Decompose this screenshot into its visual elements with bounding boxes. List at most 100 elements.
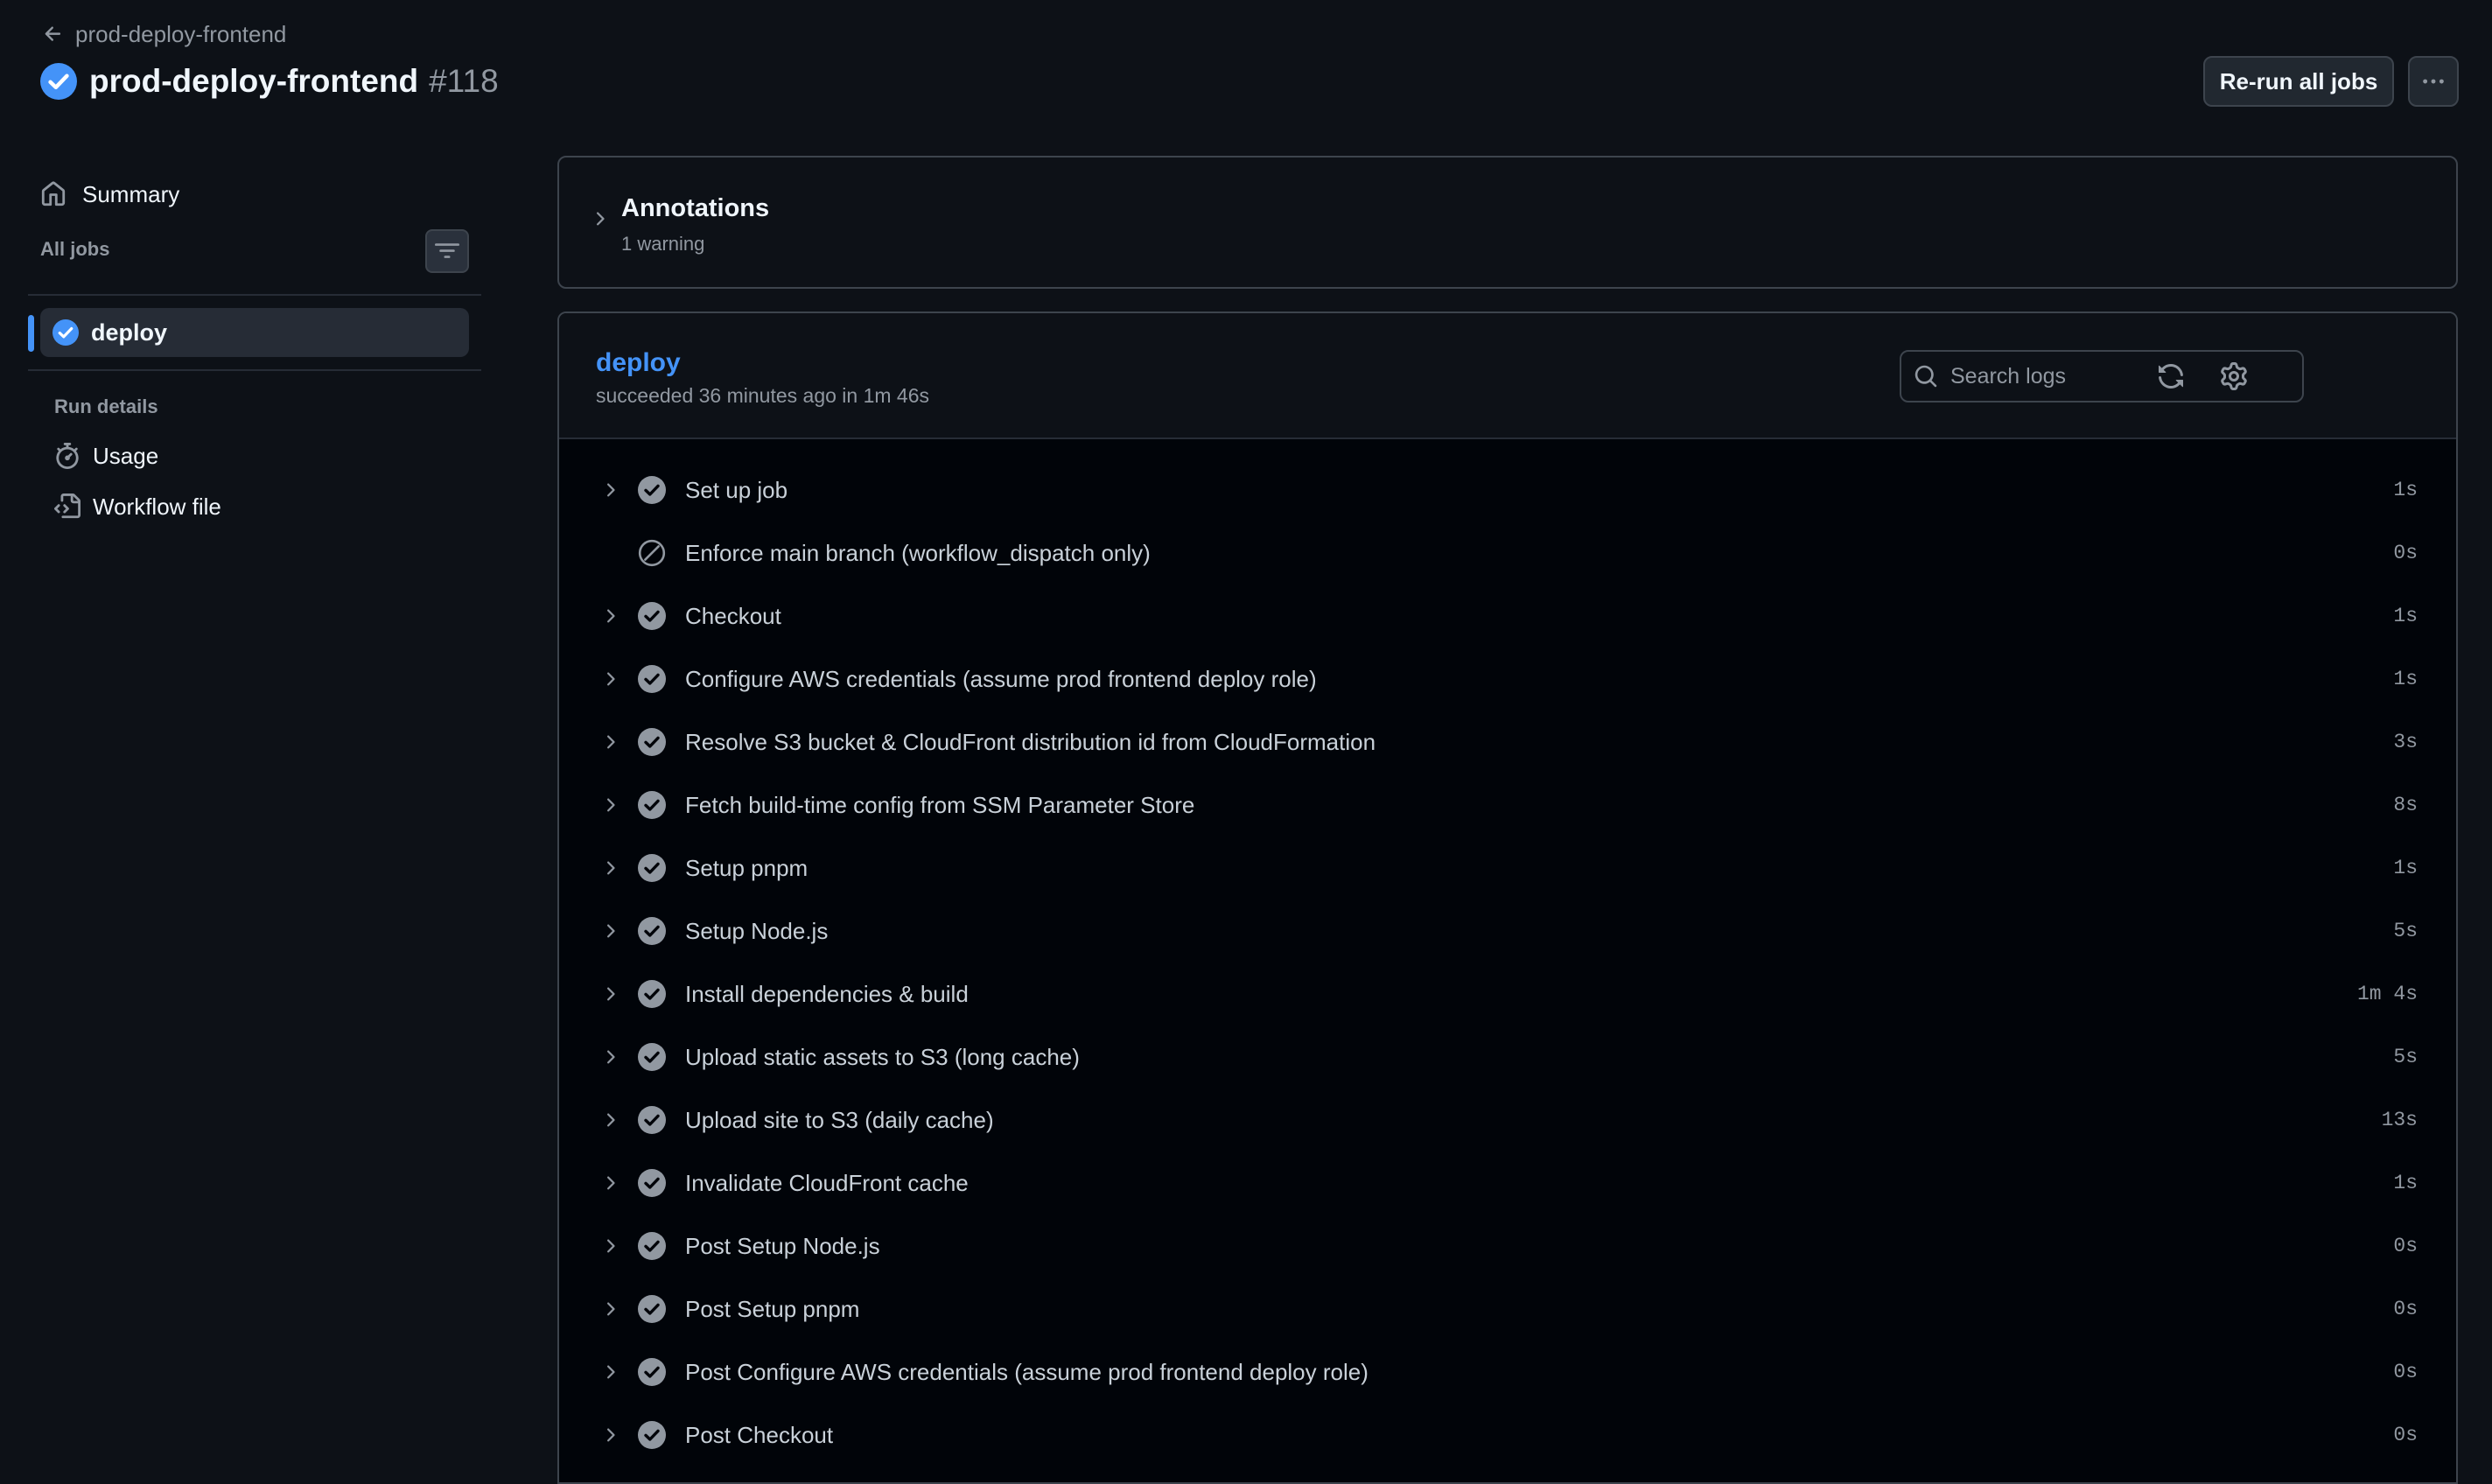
step-duration: 0s [2393, 1424, 2418, 1446]
job-step-row[interactable]: Resolve S3 bucket & CloudFront distribut… [559, 710, 2456, 774]
gear-icon [2220, 362, 2248, 390]
job-step-row[interactable]: Post Setup pnpm 0s [559, 1278, 2456, 1340]
annotations-panel[interactable]: Annotations 1 warning [557, 156, 2458, 289]
back-link[interactable]: prod-deploy-frontend [42, 19, 286, 49]
step-name: Post Setup Node.js [685, 1232, 880, 1259]
search-logs-input[interactable] [1950, 363, 2302, 389]
check-circle-fill-icon [638, 602, 666, 630]
job-step-row[interactable]: Invalidate CloudFront cache 1s [559, 1152, 2456, 1214]
chevron-right-icon[interactable] [599, 920, 620, 942]
check-circle-fill-icon [638, 1106, 666, 1134]
annotations-title: Annotations [621, 194, 770, 222]
run-number: #118 [429, 63, 499, 99]
check-circle-fill-icon [638, 917, 666, 945]
job-step-row[interactable]: Configure AWS credentials (assume prod f… [559, 648, 2456, 710]
search-icon [1914, 364, 1938, 388]
chevron-right-icon[interactable] [599, 984, 620, 1004]
chevron-right-icon[interactable] [599, 668, 620, 690]
step-duration: 1s [2393, 668, 2418, 690]
more-options-button[interactable] [2408, 56, 2459, 107]
job-step-row[interactable]: Post Checkout 0s [559, 1404, 2456, 1466]
check-circle-fill-icon [638, 476, 666, 504]
step-name: Enforce main branch (workflow_dispatch o… [685, 539, 1151, 566]
step-name: Configure AWS credentials (assume prod f… [685, 665, 1317, 692]
step-name: Set up job [685, 476, 788, 503]
sidebar-item-deploy[interactable]: deploy [40, 308, 469, 357]
step-name: Post Checkout [685, 1421, 834, 1448]
step-duration: 13s [2381, 1109, 2418, 1131]
job-step-row[interactable]: Fetch build-time config from SSM Paramet… [559, 774, 2456, 836]
check-circle-fill-icon [638, 665, 666, 693]
chevron-right-icon[interactable] [599, 1172, 620, 1194]
job-step-row[interactable]: Enforce main branch (workflow_dispatch o… [559, 522, 2456, 584]
check-circle-fill-icon [638, 980, 666, 1008]
all-jobs-heading: All jobs [40, 238, 110, 260]
chevron-right-icon[interactable] [599, 732, 620, 752]
job-step-row[interactable]: Checkout 1s [559, 584, 2456, 648]
step-name: Upload site to S3 (daily cache) [685, 1106, 994, 1133]
job-steps-list: Set up job 1s Enforce main branch (workflo… [559, 458, 2456, 1466]
chevron-right-icon[interactable] [599, 858, 620, 878]
chevron-right-icon[interactable] [599, 1298, 620, 1320]
rerun-all-jobs-button[interactable]: Re-run all jobs [2203, 56, 2394, 107]
check-circle-fill-icon [638, 1421, 666, 1449]
sidebar-divider [28, 294, 481, 296]
refresh-button[interactable] [2157, 362, 2185, 390]
sidebar-item-label: Summary [82, 180, 180, 207]
job-step-row[interactable]: Set up job 1s [559, 458, 2456, 522]
sync-icon [2157, 362, 2185, 390]
step-name: Checkout [685, 602, 781, 629]
job-log-header: deploy succeeded 36 minutes ago in 1m 46… [559, 313, 2456, 439]
kebab-horizontal-icon [2420, 68, 2446, 94]
check-circle-fill-icon [52, 319, 79, 346]
chevron-right-icon[interactable] [599, 1046, 620, 1068]
step-duration: 8s [2393, 794, 2418, 816]
sidebar-item-summary[interactable]: Summary [40, 175, 469, 214]
chevron-right-icon[interactable] [599, 794, 620, 816]
check-circle-fill-icon [638, 791, 666, 819]
step-name: Fetch build-time config from SSM Paramet… [685, 791, 1195, 818]
step-name: Post Setup pnpm [685, 1295, 860, 1322]
sidebar-item-label: deploy [91, 318, 168, 346]
job-step-row[interactable]: Upload static assets to S3 (long cache) 5… [559, 1026, 2456, 1088]
step-duration: 5s [2393, 1046, 2418, 1068]
sidebar-item-usage[interactable]: Usage [54, 437, 158, 475]
check-circle-fill-icon [638, 1232, 666, 1260]
back-link-label: prod-deploy-frontend [75, 20, 287, 47]
step-duration: 0s [2393, 1361, 2418, 1383]
sidebar-item-label: Usage [93, 442, 159, 469]
step-name: Resolve S3 bucket & CloudFront distribut… [685, 728, 1376, 755]
sidebar-divider [28, 369, 481, 371]
job-step-row[interactable]: Upload site to S3 (daily cache) 13s [559, 1088, 2456, 1152]
filter-jobs-button[interactable] [425, 229, 469, 273]
job-step-row[interactable]: Setup Node.js 5s [559, 900, 2456, 962]
check-circle-fill-icon [638, 1043, 666, 1071]
filter-icon [435, 239, 459, 263]
check-circle-fill-icon [638, 854, 666, 882]
job-step-row[interactable]: Setup pnpm 1s [559, 836, 2456, 900]
log-settings-button[interactable] [2220, 362, 2248, 390]
chevron-right-icon[interactable] [599, 1110, 620, 1130]
step-duration: 3s [2393, 731, 2418, 753]
home-icon [40, 181, 66, 207]
step-name: Post Configure AWS credentials (assume p… [685, 1358, 1368, 1385]
chevron-right-icon[interactable] [599, 1362, 620, 1382]
chevron-right-icon[interactable] [599, 480, 620, 500]
step-name: Setup pnpm [685, 854, 808, 881]
check-circle-fill-icon [638, 1169, 666, 1197]
annotations-count: 1 warning [621, 233, 705, 255]
step-duration: 1m 4s [2356, 983, 2418, 1005]
chevron-right-icon[interactable] [599, 606, 620, 626]
check-circle-fill-icon [638, 728, 666, 756]
job-step-row[interactable]: Post Configure AWS credentials (assume p… [559, 1340, 2456, 1404]
sidebar-item-workflow-file[interactable]: Workflow file [54, 487, 221, 526]
job-log-panel: deploy succeeded 36 minutes ago in 1m 46… [557, 312, 2458, 1484]
page-title: prod-deploy-frontend #118 [40, 60, 499, 103]
chevron-right-icon [597, 212, 605, 226]
step-duration: 1s [2393, 1172, 2418, 1194]
chevron-right-icon[interactable] [599, 1424, 620, 1446]
step-name: Setup Node.js [685, 917, 829, 944]
job-step-row[interactable]: Install dependencies & build 1m 4s [559, 962, 2456, 1026]
job-step-row[interactable]: Post Setup Node.js 0s [559, 1214, 2456, 1278]
chevron-right-icon[interactable] [599, 1236, 620, 1256]
